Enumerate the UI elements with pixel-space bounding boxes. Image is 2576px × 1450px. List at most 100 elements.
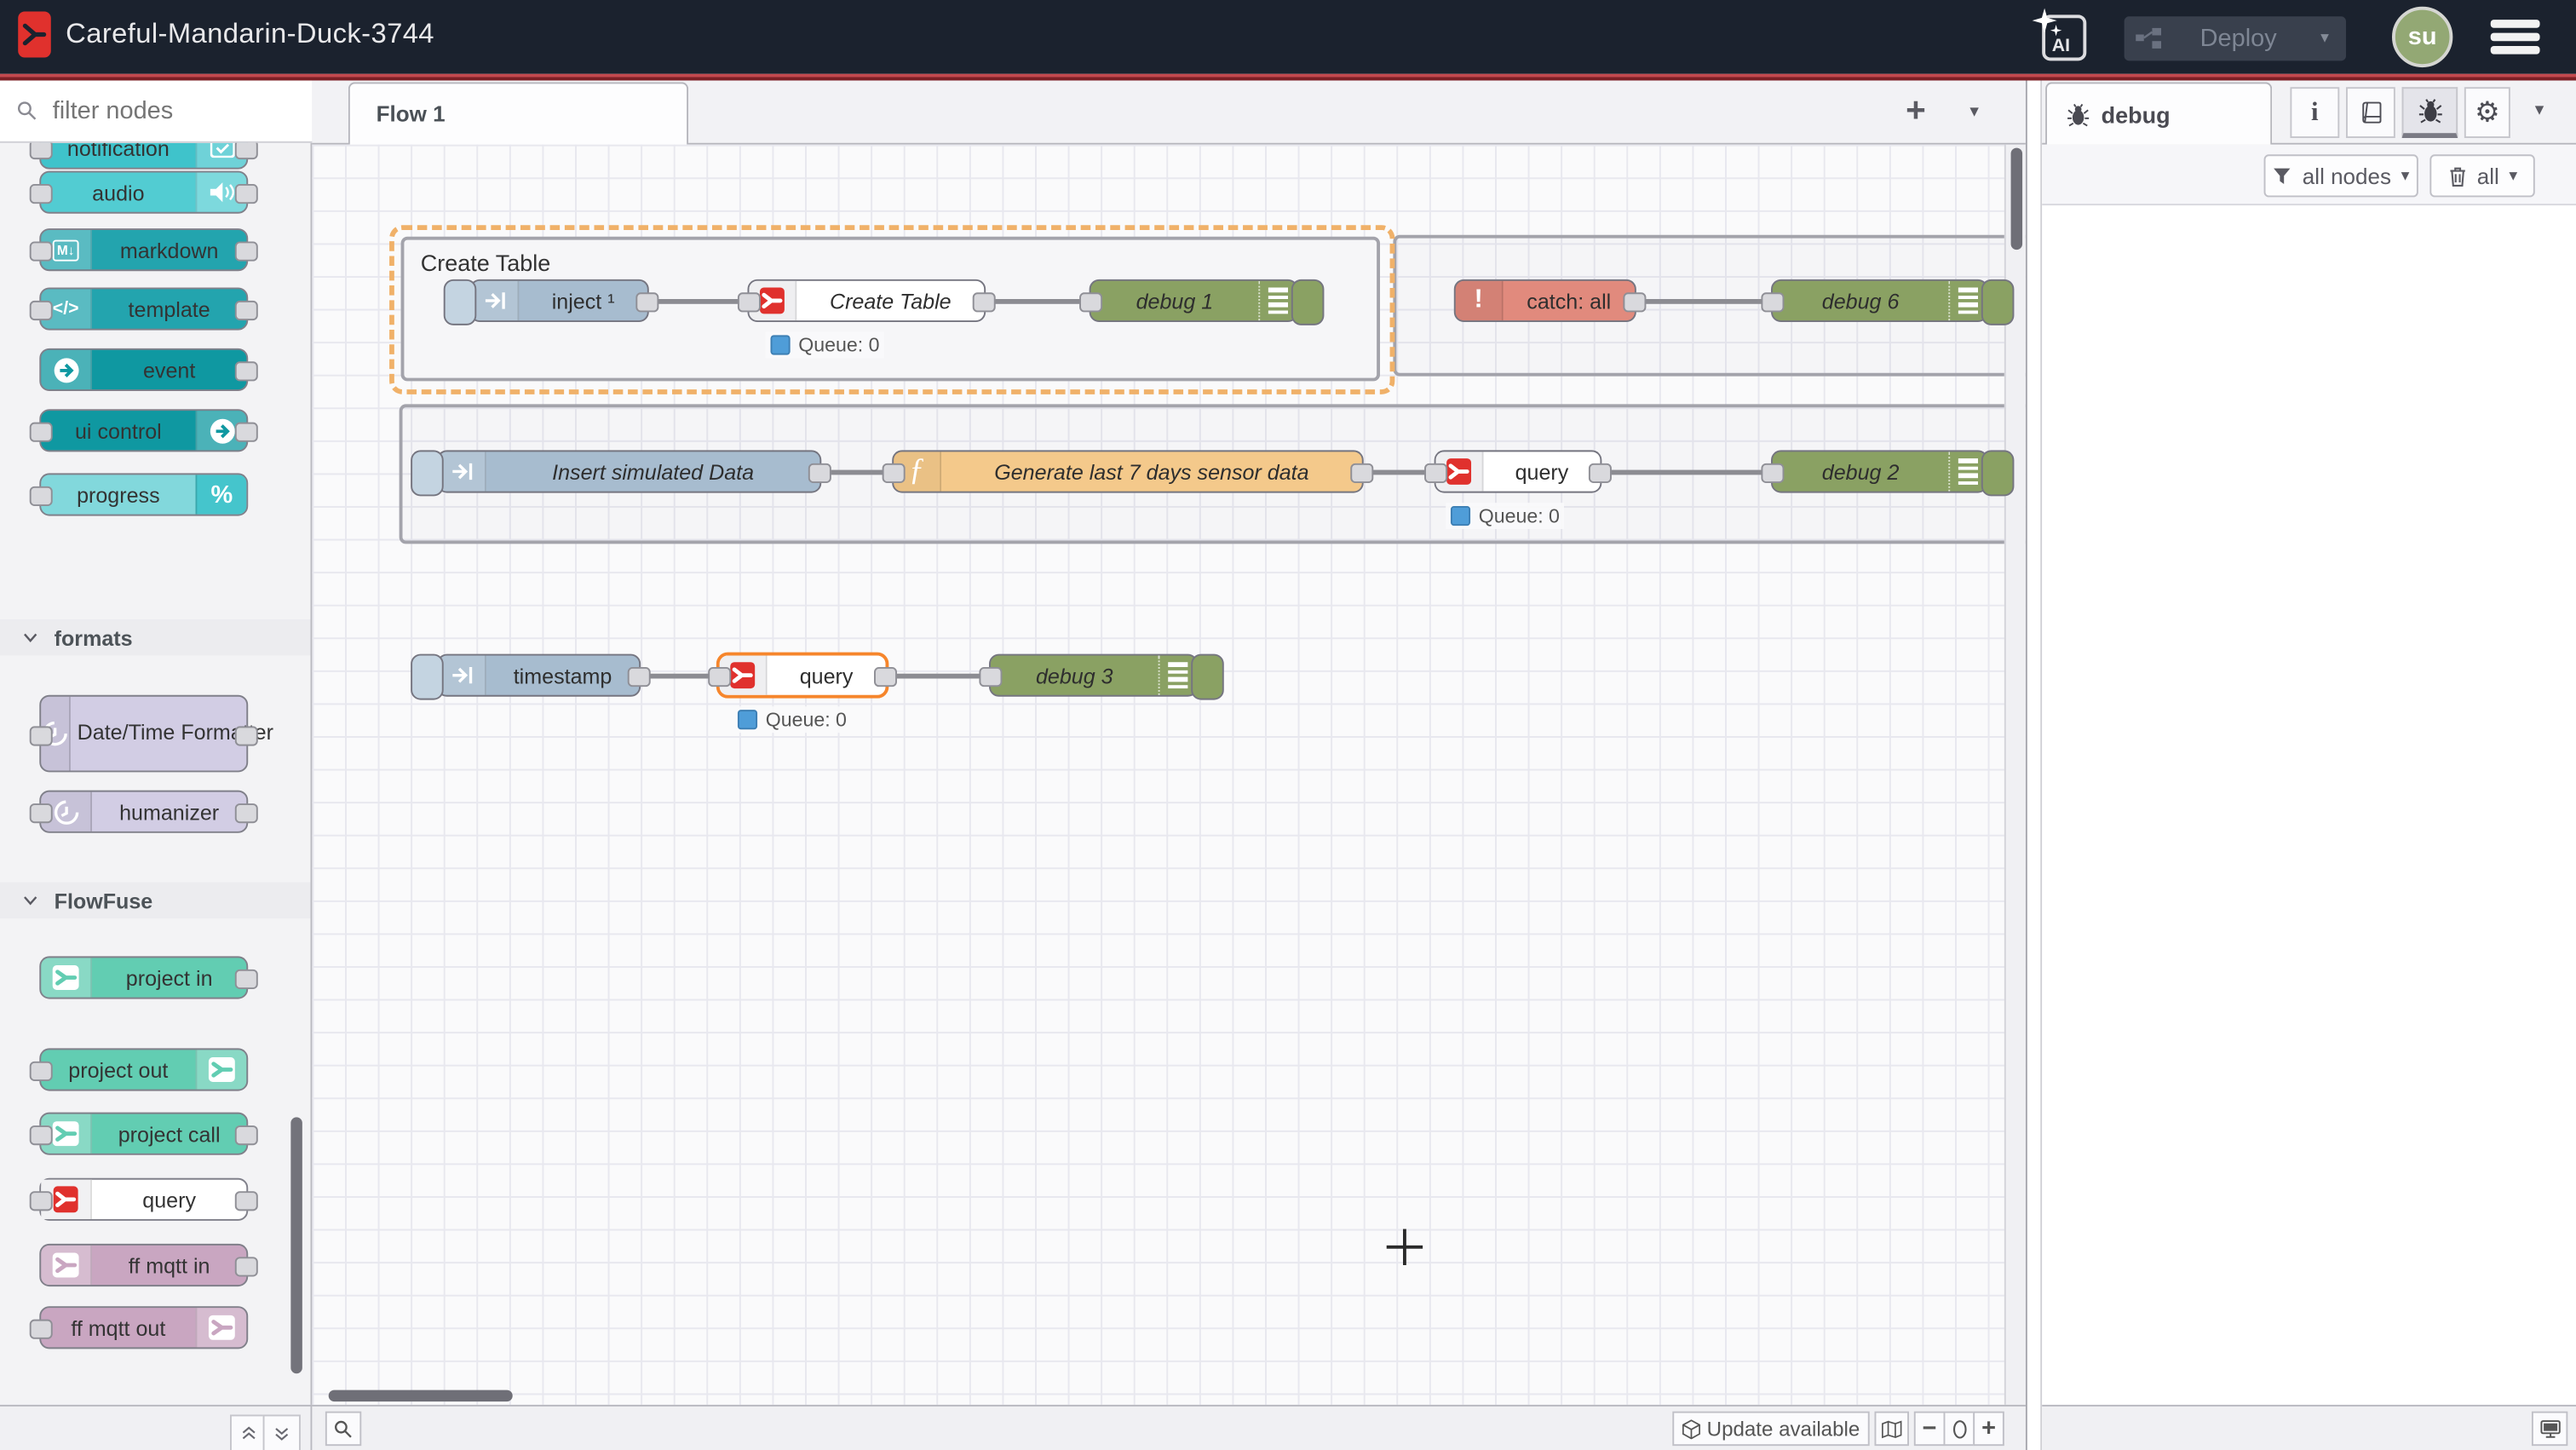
input-port[interactable] bbox=[30, 1320, 53, 1339]
sidebar-menu-caret-icon[interactable]: ▾ bbox=[2535, 99, 2544, 120]
palette-search[interactable] bbox=[0, 80, 312, 142]
output-port[interactable] bbox=[235, 970, 258, 989]
flow-list-caret-icon[interactable]: ▾ bbox=[1969, 101, 1979, 122]
debug-clear-button[interactable]: all ▾ bbox=[2429, 154, 2534, 197]
palette-expand-all-button[interactable] bbox=[263, 1414, 301, 1450]
input-port[interactable] bbox=[1424, 463, 1447, 483]
input-port[interactable] bbox=[30, 725, 53, 745]
canvas-search-button[interactable] bbox=[325, 1412, 361, 1447]
palette-node-datetime-formatter[interactable]: Date/Time Formatter bbox=[39, 695, 248, 773]
input-port[interactable] bbox=[1761, 463, 1784, 483]
sidebar-tab-info[interactable]: i bbox=[2290, 87, 2339, 138]
node-query-2[interactable]: query bbox=[1435, 450, 1602, 492]
output-port[interactable] bbox=[235, 241, 258, 261]
palette-section-flowfuse[interactable]: FlowFuse bbox=[0, 883, 310, 918]
input-port[interactable] bbox=[1761, 292, 1784, 312]
user-avatar[interactable]: su bbox=[2392, 7, 2452, 67]
wire[interactable] bbox=[986, 299, 1092, 304]
debug-toggle-button[interactable] bbox=[1191, 654, 1224, 700]
output-port[interactable] bbox=[235, 1191, 258, 1211]
output-port[interactable] bbox=[808, 463, 831, 483]
wire[interactable] bbox=[641, 674, 716, 679]
wire[interactable] bbox=[649, 299, 751, 304]
palette-node-ff-mqtt-out[interactable]: ff mqtt out bbox=[39, 1306, 248, 1349]
palette-node-progress[interactable]: progress % bbox=[39, 473, 248, 515]
canvas-vscrollbar-thumb[interactable] bbox=[2011, 148, 2023, 250]
sidebar-tab-help[interactable] bbox=[2346, 87, 2395, 138]
output-port[interactable] bbox=[1623, 292, 1646, 312]
node-query-selected[interactable]: query bbox=[716, 653, 888, 699]
node-timestamp[interactable]: timestamp bbox=[437, 654, 641, 697]
canvas-vscrollbar[interactable] bbox=[2004, 145, 2026, 1405]
palette-scroll-area[interactable]: notification audio M↓ markdown </> templ… bbox=[0, 143, 310, 1405]
deploy-button[interactable]: Deploy ▾ bbox=[2125, 16, 2346, 60]
palette-scrollbar[interactable] bbox=[290, 1117, 302, 1373]
palette-node-ff-mqtt-in[interactable]: ff mqtt in bbox=[39, 1244, 248, 1286]
palette-node-humanizer[interactable]: humanizer bbox=[39, 791, 248, 833]
update-available-button[interactable]: Update available bbox=[1672, 1412, 1869, 1447]
debug-toggle-button[interactable] bbox=[1291, 279, 1325, 325]
output-port[interactable] bbox=[635, 292, 658, 312]
output-port[interactable] bbox=[235, 803, 258, 823]
node-catch-all[interactable]: ! catch: all bbox=[1454, 279, 1636, 322]
output-port[interactable] bbox=[235, 725, 258, 745]
node-create-table[interactable]: Create Table bbox=[747, 279, 986, 322]
node-debug-3[interactable]: debug 3 bbox=[989, 654, 1198, 697]
input-port[interactable] bbox=[30, 241, 53, 261]
node-debug-6[interactable]: debug 6 bbox=[1771, 279, 1988, 322]
output-port[interactable] bbox=[1350, 463, 1373, 483]
output-port[interactable] bbox=[874, 667, 897, 687]
input-port[interactable] bbox=[30, 301, 53, 320]
tab-flow-1[interactable]: Flow 1 bbox=[348, 82, 688, 144]
inject-button[interactable] bbox=[411, 450, 444, 496]
input-port[interactable] bbox=[738, 292, 761, 312]
sidebar-resize-gutter[interactable] bbox=[2026, 80, 2042, 1450]
output-port[interactable] bbox=[235, 184, 258, 204]
deploy-caret-icon[interactable]: ▾ bbox=[2303, 30, 2346, 48]
flow-canvas[interactable]: Create Table inject ¹ Create Table bbox=[312, 145, 2025, 1405]
palette-node-template[interactable]: </> template bbox=[39, 287, 248, 330]
output-port[interactable] bbox=[235, 1125, 258, 1145]
output-port[interactable] bbox=[973, 292, 996, 312]
input-port[interactable] bbox=[30, 143, 53, 159]
palette-node-project-in[interactable]: project in bbox=[39, 956, 248, 998]
ai-assistant-icon[interactable]: AI bbox=[2042, 14, 2086, 60]
input-port[interactable] bbox=[708, 667, 731, 687]
zoom-in-button[interactable]: + bbox=[1973, 1412, 2004, 1447]
input-port[interactable] bbox=[30, 423, 53, 442]
expand-sidebar-button[interactable] bbox=[2532, 1412, 2567, 1447]
debug-filter-button[interactable]: all nodes ▾ bbox=[2264, 154, 2418, 197]
palette-node-project-out[interactable]: project out bbox=[39, 1048, 248, 1090]
palette-node-notification[interactable]: notification bbox=[39, 143, 248, 170]
wire[interactable] bbox=[1636, 299, 1774, 304]
output-port[interactable] bbox=[235, 423, 258, 442]
add-flow-button[interactable]: + bbox=[1906, 92, 1926, 131]
input-port[interactable] bbox=[30, 184, 53, 204]
palette-section-formats[interactable]: formats bbox=[0, 619, 310, 655]
debug-toggle-button[interactable] bbox=[1981, 450, 2015, 496]
debug-toggle-button[interactable] bbox=[1981, 279, 2015, 325]
node-inject-1[interactable]: inject ¹ bbox=[470, 279, 649, 322]
palette-node-audio[interactable]: audio bbox=[39, 171, 248, 214]
zoom-reset-button[interactable] bbox=[1943, 1412, 1975, 1447]
input-port[interactable] bbox=[30, 1191, 53, 1211]
output-port[interactable] bbox=[1589, 463, 1612, 483]
canvas-hscrollbar-thumb[interactable] bbox=[329, 1390, 513, 1402]
palette-node-query[interactable]: query bbox=[39, 1178, 248, 1221]
output-port[interactable] bbox=[235, 301, 258, 320]
output-port[interactable] bbox=[235, 361, 258, 381]
input-port[interactable] bbox=[30, 1062, 53, 1081]
input-port[interactable] bbox=[979, 667, 1002, 687]
output-port[interactable] bbox=[628, 667, 651, 687]
output-port[interactable] bbox=[235, 143, 258, 159]
wire[interactable] bbox=[1601, 470, 1774, 475]
node-debug-1[interactable]: debug 1 bbox=[1090, 279, 1298, 322]
search-input[interactable] bbox=[49, 95, 286, 127]
input-port[interactable] bbox=[30, 486, 53, 506]
palette-node-project-call[interactable]: project call bbox=[39, 1113, 248, 1155]
palette-node-event[interactable]: event bbox=[39, 348, 248, 391]
input-port[interactable] bbox=[883, 463, 906, 483]
sidebar-tab-config[interactable]: ⚙ bbox=[2464, 87, 2510, 138]
input-port[interactable] bbox=[1079, 292, 1102, 312]
input-port[interactable] bbox=[30, 1125, 53, 1145]
